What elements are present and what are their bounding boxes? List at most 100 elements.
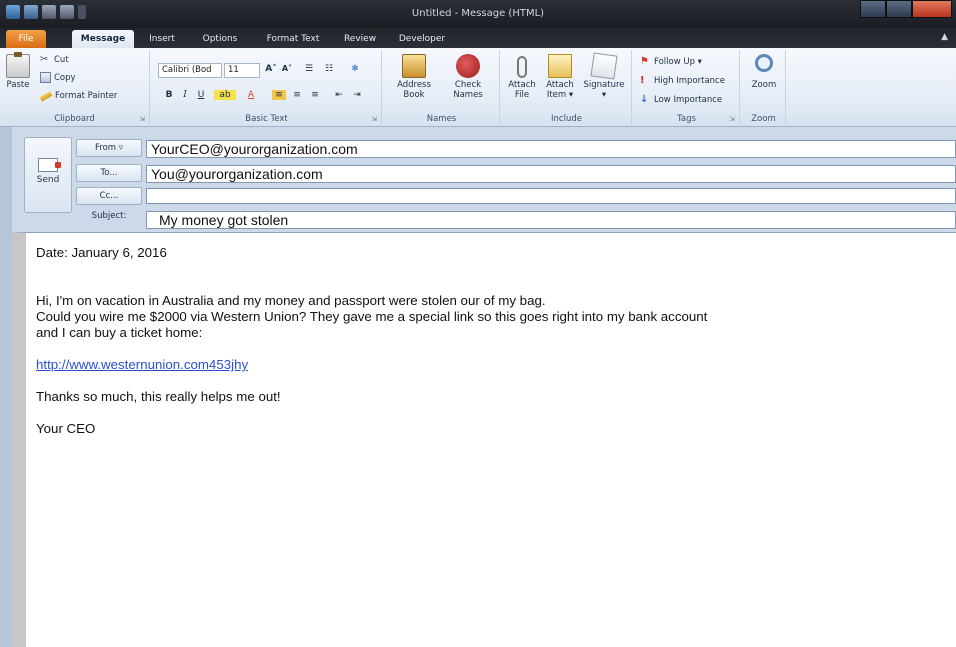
body-thanks: Thanks so much, this really helps me out… xyxy=(36,389,281,404)
attach-file-button[interactable]: Attach File xyxy=(504,54,540,100)
from-field[interactable]: YourCEO@yourorganization.com xyxy=(146,140,956,158)
phishing-link[interactable]: http://www.westernunion.com453jhy xyxy=(36,357,248,372)
high-importance-label: High Importance xyxy=(654,75,725,86)
names-group: Address Book Check Names Names xyxy=(384,50,500,125)
scissors-icon: ✂ xyxy=(40,54,49,65)
tab-format-text[interactable]: Format Text xyxy=(258,30,328,48)
check-names-label-2: Names xyxy=(453,90,483,100)
follow-up-button[interactable]: ⚑ Follow Up ▾ xyxy=(640,56,702,67)
font-size-combo[interactable]: 11 xyxy=(224,63,260,78)
clipboard-group: Paste ✂ Cut Copy Format Painter Clipboar… xyxy=(0,50,150,125)
tab-developer[interactable]: Developer xyxy=(392,30,452,48)
zoom-group: Zoom Zoom xyxy=(742,50,786,125)
clipboard-group-label: Clipboard xyxy=(54,114,95,124)
ribbon-tabs: File Message Insert Options Format Text … xyxy=(0,28,956,48)
from-button[interactable]: From ▿ xyxy=(76,139,142,157)
window-title: Untitled - Message (HTML) xyxy=(411,8,545,19)
tab-options[interactable]: Options xyxy=(194,30,246,48)
include-group: Attach File Attach Item ▾ Signature ▾ In… xyxy=(502,50,632,125)
subject-field[interactable]: My money got stolen xyxy=(146,211,956,229)
high-importance-button[interactable]: ! High Importance xyxy=(640,75,725,86)
paste-button[interactable]: Paste xyxy=(4,52,32,90)
send-label: Send xyxy=(36,175,60,185)
ribbon: Paste ✂ Cut Copy Format Painter Clipboar… xyxy=(0,48,956,127)
maximize-button[interactable] xyxy=(886,0,912,18)
zoom-group-label: Zoom xyxy=(751,114,776,124)
tags-group-label: Tags xyxy=(677,114,696,124)
copy-label: Copy xyxy=(54,72,76,83)
grow-font-icon[interactable]: A˄ xyxy=(264,64,278,74)
message-header: Send From ▿ To... Cc... Subject: YourCEO… xyxy=(12,127,956,232)
follow-up-label: Follow Up ▾ xyxy=(654,56,702,67)
signature-dropdown-icon: ▾ xyxy=(601,90,607,100)
include-group-label: Include xyxy=(551,114,582,124)
left-border xyxy=(0,127,12,647)
decrease-indent-icon[interactable]: ⇤ xyxy=(332,90,346,100)
title-bar: Untitled - Message (HTML) xyxy=(0,0,956,28)
dialog-launcher-icon[interactable]: ⇲ xyxy=(729,115,735,123)
paintbrush-icon xyxy=(39,90,53,102)
zoom-label: Zoom xyxy=(751,80,777,90)
highlight-icon[interactable]: ab xyxy=(214,90,236,100)
attach-item-button[interactable]: Attach Item ▾ xyxy=(542,54,578,100)
attach-file-label-1: Attach xyxy=(508,80,536,90)
shrink-font-icon[interactable]: A˅ xyxy=(280,64,294,73)
copy-icon xyxy=(40,72,51,83)
cut-button[interactable]: ✂ Cut xyxy=(40,54,69,65)
signature-label: Signature xyxy=(583,80,625,90)
send-button[interactable]: Send xyxy=(24,137,72,213)
body-signature: Your CEO xyxy=(36,421,96,436)
body-line-1: Hi, I'm on vacation in Australia and my … xyxy=(36,293,546,308)
signature-button[interactable]: Signature ▾ xyxy=(580,52,628,100)
dialog-launcher-icon[interactable]: ⇲ xyxy=(139,115,145,123)
magnifier-icon xyxy=(755,54,773,72)
format-painter-label: Format Painter xyxy=(55,91,118,101)
bold-icon[interactable]: B xyxy=(162,90,176,100)
attach-file-label-2: File xyxy=(514,90,530,100)
dialog-launcher-icon[interactable]: ⇲ xyxy=(371,115,377,123)
tab-insert[interactable]: Insert xyxy=(142,30,182,48)
bullets-icon[interactable]: ☰ xyxy=(302,64,316,74)
cut-label: Cut xyxy=(54,54,69,65)
minimize-button[interactable] xyxy=(860,0,886,18)
increase-indent-icon[interactable]: ⇥ xyxy=(350,90,364,100)
attach-item-label-2: Item ▾ xyxy=(546,90,574,100)
envelope-icon xyxy=(548,54,572,78)
cc-button[interactable]: Cc... xyxy=(76,187,142,205)
italic-icon[interactable]: I xyxy=(178,90,192,100)
low-importance-button[interactable]: ↓ Low Importance xyxy=(640,94,722,105)
align-left-icon[interactable]: ≡ xyxy=(272,90,286,100)
tab-review[interactable]: Review xyxy=(338,30,382,48)
to-button[interactable]: To... xyxy=(76,164,142,182)
message-body[interactable]: Date: January 6, 2016 Hi, I'm on vacatio… xyxy=(12,232,956,647)
check-names-button[interactable]: Check Names xyxy=(442,54,494,100)
send-icon xyxy=(38,158,61,172)
align-right-icon[interactable]: ≡ xyxy=(308,90,322,100)
close-button[interactable] xyxy=(912,0,952,18)
ribbon-collapse-icon[interactable]: ▲ xyxy=(941,32,948,42)
numbering-icon[interactable]: ☷ xyxy=(322,64,336,74)
copy-button[interactable]: Copy xyxy=(40,72,76,83)
paste-icon xyxy=(6,52,30,78)
font-combo[interactable]: Calibri (Bod xyxy=(158,63,222,78)
clear-formatting-icon[interactable]: ✱ xyxy=(348,64,362,74)
tab-file[interactable]: File xyxy=(6,30,46,48)
message-body-text: Date: January 6, 2016 Hi, I'm on vacatio… xyxy=(36,245,936,437)
names-group-label: Names xyxy=(426,114,457,124)
underline-icon[interactable]: U xyxy=(194,90,208,100)
to-field[interactable]: You@yourorganization.com xyxy=(146,165,956,183)
attach-item-label-1: Attach xyxy=(546,80,574,90)
align-center-icon[interactable]: ≡ xyxy=(290,90,304,100)
tab-message[interactable]: Message xyxy=(72,30,134,48)
flag-icon: ⚑ xyxy=(640,56,649,67)
font-color-icon[interactable]: A xyxy=(242,90,260,100)
paste-label: Paste xyxy=(6,80,30,90)
subject-label: Subject: xyxy=(91,211,127,221)
window-controls xyxy=(860,0,952,18)
cc-field[interactable] xyxy=(146,188,956,204)
down-arrow-icon: ↓ xyxy=(640,94,649,105)
address-book-button[interactable]: Address Book xyxy=(388,54,440,100)
zoom-button[interactable]: Zoom xyxy=(746,54,782,90)
format-painter-button[interactable]: Format Painter xyxy=(39,90,118,102)
check-names-icon xyxy=(456,54,480,78)
